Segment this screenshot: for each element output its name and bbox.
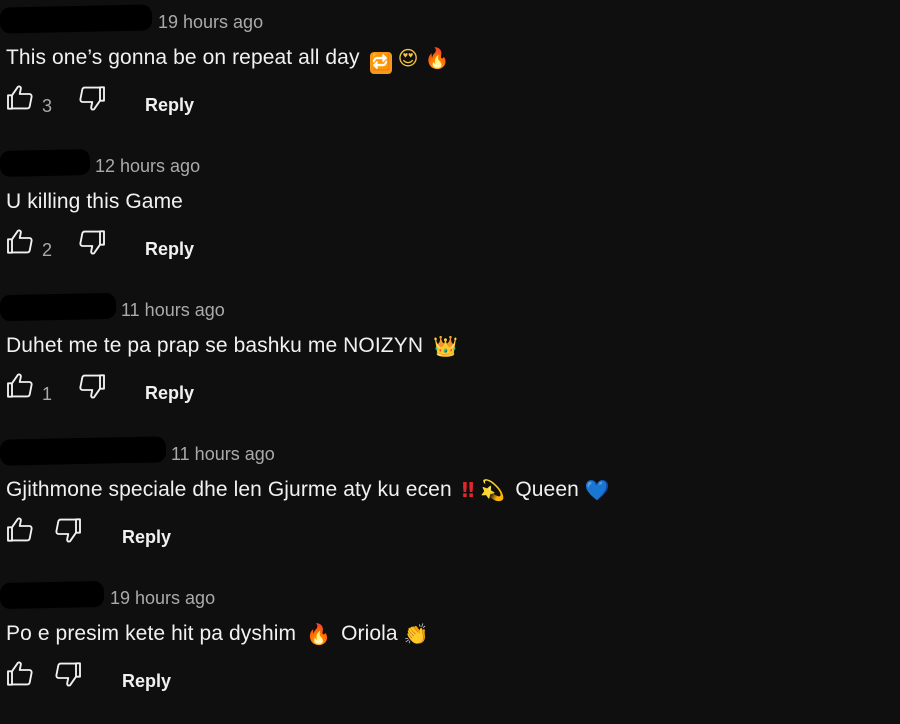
comment-item: 11 hours ago Duhet me te pa prap se bash… bbox=[0, 292, 900, 436]
comment-text: Po e presim kete hit pa dyshim 🔥 Oriola 👏 bbox=[6, 622, 429, 646]
dislike-button[interactable] bbox=[72, 78, 112, 118]
thumbs-up-icon bbox=[7, 85, 33, 110]
comment-timestamp[interactable]: 19 hours ago bbox=[110, 588, 215, 609]
redacted-author bbox=[0, 4, 153, 34]
like-count: 1 bbox=[42, 384, 53, 404]
fire-emoji: 🔥 bbox=[424, 46, 450, 70]
thumbs-down-icon bbox=[79, 86, 105, 111]
comment-actions: Reply bbox=[0, 654, 900, 694]
comment-actions: 3 Reply bbox=[0, 78, 900, 118]
comment-timestamp[interactable]: 12 hours ago bbox=[95, 156, 200, 177]
like-button[interactable] bbox=[0, 78, 40, 118]
fire-emoji: 🔥 bbox=[306, 622, 332, 646]
redacted-author bbox=[0, 436, 167, 466]
reply-button[interactable]: Reply bbox=[145, 95, 194, 116]
thumbs-up-icon bbox=[7, 517, 33, 542]
thumbs-down-icon bbox=[79, 230, 105, 255]
comment-timestamp[interactable]: 19 hours ago bbox=[158, 12, 263, 33]
reply-button[interactable]: Reply bbox=[122, 671, 171, 692]
like-button[interactable] bbox=[0, 510, 40, 550]
dislike-button[interactable] bbox=[72, 222, 112, 262]
heart-eyes-emoji: 😍 bbox=[397, 46, 419, 70]
comment-body: Duhet me te pa prap se bashku me NOIZYN bbox=[6, 334, 424, 357]
like-button[interactable] bbox=[0, 654, 40, 694]
like-count: 2 bbox=[42, 240, 53, 260]
repeat-emoji: 🔁 bbox=[369, 52, 392, 74]
like-button[interactable] bbox=[0, 222, 40, 262]
dizzy-emoji: 💫 bbox=[480, 478, 506, 502]
comment-actions: 1 Reply bbox=[0, 366, 900, 406]
comment-timestamp[interactable]: 11 hours ago bbox=[171, 444, 275, 465]
comment-actions: 2 Reply bbox=[0, 222, 900, 262]
thumbs-up-icon bbox=[7, 229, 33, 254]
thumbs-down-icon bbox=[55, 518, 81, 543]
blue-heart-emoji: 💙 bbox=[584, 478, 610, 502]
dislike-button[interactable] bbox=[72, 366, 112, 406]
comment-item: 12 hours ago U killing this Game 2 Reply bbox=[0, 148, 900, 292]
comment-body: U killing this Game bbox=[6, 190, 183, 213]
comment-text: Duhet me te pa prap se bashku me NOIZYN 👑 bbox=[6, 334, 458, 358]
comment-timestamp[interactable]: 11 hours ago bbox=[121, 300, 225, 321]
crown-emoji: 👑 bbox=[433, 334, 459, 358]
comment-item: 19 hours ago This one’s gonna be on repe… bbox=[0, 4, 900, 148]
reply-button[interactable]: Reply bbox=[145, 239, 194, 260]
dislike-button[interactable] bbox=[48, 510, 88, 550]
reply-button[interactable]: Reply bbox=[122, 527, 171, 548]
comment-item: 19 hours ago Po e presim kete hit pa dys… bbox=[0, 580, 900, 724]
comment-body: Po e presim kete hit pa dyshim bbox=[6, 622, 297, 645]
double-exclamation-emoji: ‼ bbox=[461, 478, 475, 502]
comment-actions: Reply bbox=[0, 510, 900, 550]
comment-body: Gjithmone speciale dhe len Gjurme aty ku… bbox=[6, 478, 452, 501]
clapping-hands-emoji: 👏 bbox=[403, 622, 429, 646]
redacted-author bbox=[0, 149, 91, 177]
thumbs-down-icon bbox=[79, 374, 105, 399]
redacted-author bbox=[0, 580, 105, 610]
comment-item: 11 hours ago Gjithmone speciale dhe len … bbox=[0, 436, 900, 580]
thumbs-up-icon bbox=[7, 661, 33, 686]
comment-text: Gjithmone speciale dhe len Gjurme aty ku… bbox=[6, 478, 610, 502]
comment-text: This one’s gonna be on repeat all day 🔁 😍 🔥 bbox=[6, 46, 450, 74]
comment-body-after: Oriola bbox=[341, 622, 398, 645]
thumbs-up-icon bbox=[7, 373, 33, 398]
like-button[interactable] bbox=[0, 366, 40, 406]
comment-body-after: Queen bbox=[515, 478, 579, 501]
like-count: 3 bbox=[42, 96, 53, 116]
reply-button[interactable]: Reply bbox=[145, 383, 194, 404]
dislike-button[interactable] bbox=[48, 654, 88, 694]
comment-text: U killing this Game bbox=[6, 190, 183, 214]
thumbs-down-icon bbox=[55, 662, 81, 687]
redacted-author bbox=[0, 292, 117, 322]
comment-body: This one’s gonna be on repeat all day bbox=[6, 46, 360, 69]
